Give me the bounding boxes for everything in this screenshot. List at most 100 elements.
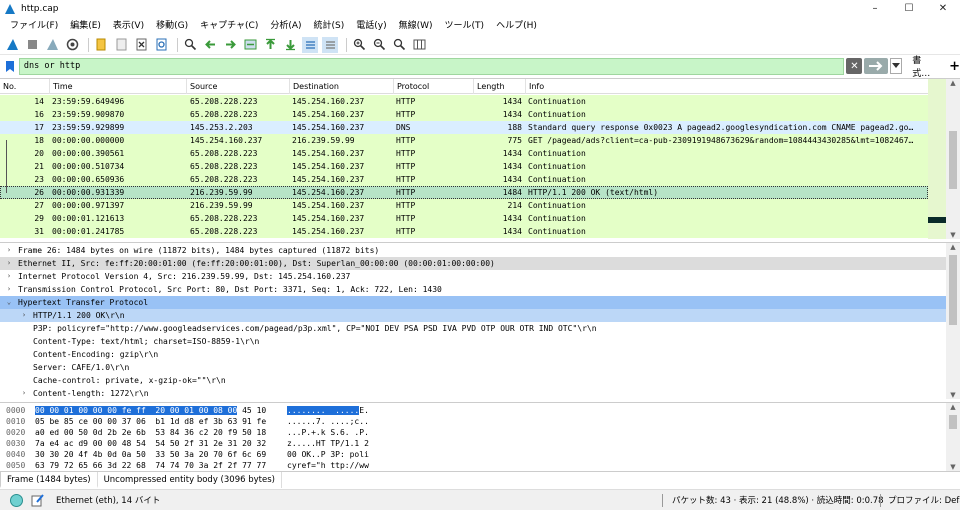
display-filter-input[interactable]: dns or http (18, 57, 845, 75)
bytes-scrollbar[interactable]: ▲ ▼ (946, 403, 960, 471)
column-header-length[interactable]: Length (473, 79, 525, 94)
chevron-right-icon[interactable]: › (19, 387, 29, 400)
detail-tree-item[interactable]: Content-Encoding: gzip\r\n (0, 348, 946, 361)
menu-wireless[interactable]: 無線(W) (393, 18, 439, 35)
detail-tree-item[interactable]: Server: CAFE/1.0\r\n (0, 361, 946, 374)
byte-ascii-rest: z.....HT TP/1.1 2 (287, 439, 369, 448)
edit-comment-icon[interactable] (31, 493, 45, 507)
go-to-packet-icon[interactable] (242, 37, 258, 53)
options-icon[interactable] (64, 37, 80, 53)
menu-analyze[interactable]: 分析(A) (264, 18, 307, 35)
go-first-icon[interactable] (262, 37, 278, 53)
menu-help[interactable]: ヘルプ(H) (490, 18, 543, 35)
packet-row[interactable]: 21 00:00:00.510734 65.208.228.223 145.254.1… (0, 160, 928, 173)
find-icon[interactable] (182, 37, 198, 53)
packet-row[interactable]: 27 00:00:00.971397 216.239.59.99 145.254.16… (0, 199, 928, 212)
open-file-icon[interactable] (93, 37, 109, 53)
detail-tree-item[interactable]: Content-Type: text/html; charset=ISO-885… (0, 335, 946, 348)
detail-tree-item[interactable]: › Internet Protocol Version 4, Src: 216.2… (0, 270, 946, 283)
packet-row[interactable]: 18 00:00:00.000000 145.254.160.237 216.239.… (0, 134, 928, 147)
maximize-button[interactable]: ☐ (892, 0, 926, 18)
go-back-icon[interactable] (202, 37, 218, 53)
chevron-right-icon[interactable]: › (4, 244, 14, 257)
menu-view[interactable]: 表示(V) (107, 18, 150, 35)
tab-frame-bytes[interactable]: Frame (1484 bytes) (0, 472, 98, 488)
menu-tools[interactable]: ツール(T) (439, 18, 491, 35)
packet-row[interactable]: 14 23:59:59.649496 65.208.228.223 145.254.1… (0, 95, 928, 108)
go-last-icon[interactable] (282, 37, 298, 53)
apply-filter-icon[interactable] (864, 58, 889, 74)
scrollbar-thumb[interactable] (949, 415, 957, 429)
stop-icon[interactable] (24, 37, 40, 53)
packet-row[interactable]: 29 00:00:01.121613 65.208.228.223 145.254.1… (0, 212, 928, 225)
scroll-down-arrow-icon[interactable]: ▼ (946, 391, 960, 399)
chevron-right-icon[interactable]: › (4, 270, 14, 283)
add-filter-button[interactable]: + (949, 59, 960, 74)
column-header-destination[interactable]: Destination (289, 79, 393, 94)
detail-tree-item[interactable]: › HTTP/1.1 200 OK\r\n (0, 309, 946, 322)
column-header-time[interactable]: Time (49, 79, 185, 94)
scrollbar-thumb[interactable] (949, 131, 957, 189)
packet-row[interactable]: 20 00:00:00.390561 65.208.228.223 145.254.1… (0, 147, 928, 160)
detail-tree-item[interactable]: › Transmission Control Protocol, Src Port… (0, 283, 946, 296)
shark-fin-start-icon[interactable] (4, 37, 20, 53)
detail-tree-item[interactable]: › Ethernet II, Src: fe:ff:20:00:01:00 (fe… (0, 257, 946, 270)
menu-telephony[interactable]: 電話(y) (350, 18, 392, 35)
status-profile[interactable]: プロファイル: Default (888, 494, 960, 506)
autoscroll-icon[interactable] (302, 36, 318, 53)
filter-expression-button[interactable]: 書式… (912, 53, 939, 79)
colorize-icon[interactable] (322, 36, 338, 53)
menu-file[interactable]: ファイル(F) (4, 18, 64, 35)
expert-info-icon[interactable] (10, 493, 23, 507)
packet-row[interactable]: 17 23:59:59.929899 145.253.2.203 145.254.16… (0, 121, 928, 134)
packet-row[interactable]: 26 00:00:00.931339 216.239.59.99 145.254.16… (0, 186, 928, 199)
zoom-normal-icon[interactable] (391, 37, 407, 53)
menu-go[interactable]: 移動(G) (150, 18, 194, 35)
menu-capture[interactable]: キャプチャ(C) (194, 18, 264, 35)
detail-tree-item[interactable]: ⌄ Hypertext Transfer Protocol (0, 296, 946, 309)
packet-minimap[interactable] (928, 79, 946, 239)
packet-row[interactable]: 31 00:00:01.241785 65.208.228.223 145.254.1… (0, 225, 928, 238)
chevron-right-icon[interactable]: › (19, 309, 29, 322)
restart-icon[interactable] (44, 37, 60, 53)
menu-edit[interactable]: 編集(E) (64, 18, 107, 35)
column-header-no[interactable]: No. (0, 79, 48, 94)
close-window-button[interactable]: ✕ (926, 0, 960, 18)
filter-history-dropdown[interactable] (890, 58, 903, 74)
byte-ascii-rest: 00 OK..P 3P: poli (287, 450, 369, 459)
packet-row[interactable]: 23 00:00:00.650936 65.208.228.223 145.254.1… (0, 173, 928, 186)
detail-text: P3P: policyref="http://www.googleadservi… (33, 324, 597, 333)
scroll-up-arrow-icon[interactable]: ▲ (946, 243, 960, 251)
go-forward-icon[interactable] (222, 37, 238, 53)
column-header-source[interactable]: Source (186, 79, 288, 94)
zoom-in-icon[interactable] (351, 37, 367, 53)
scroll-down-arrow-icon[interactable]: ▼ (946, 463, 960, 471)
column-header-info[interactable]: Info (525, 79, 928, 94)
menu-statistics[interactable]: 統計(S) (308, 18, 351, 35)
minimize-button[interactable]: – (858, 0, 892, 18)
detail-text: Cache-control: private, x-gzip-ok=""\r\n (33, 376, 226, 385)
chevron-right-icon[interactable]: › (4, 257, 14, 270)
detail-tree-item[interactable]: P3P: policyref="http://www.googleadservi… (0, 322, 946, 335)
chevron-right-icon[interactable]: › (4, 283, 14, 296)
chevron-down-icon[interactable]: ⌄ (4, 296, 14, 309)
scrollbar-thumb[interactable] (949, 255, 957, 325)
close-file-icon[interactable] (133, 37, 149, 53)
scroll-down-arrow-icon[interactable]: ▼ (946, 231, 960, 239)
packet-list-scrollbar[interactable]: ▲ ▼ (946, 79, 960, 239)
packet-row[interactable]: 16 23:59:59.909870 65.208.228.223 145.254.1… (0, 108, 928, 121)
reload-icon[interactable] (153, 37, 169, 53)
detail-tree-item[interactable]: › Frame 26: 1484 bytes on wire (11872 bit… (0, 244, 946, 257)
zoom-out-icon[interactable] (371, 37, 387, 53)
bookmark-icon[interactable] (3, 58, 17, 74)
scroll-up-arrow-icon[interactable]: ▲ (946, 79, 960, 87)
scroll-up-arrow-icon[interactable]: ▲ (946, 403, 960, 411)
tab-uncompressed-body[interactable]: Uncompressed entity body (3096 bytes) (98, 472, 282, 488)
save-file-icon[interactable] (113, 37, 129, 53)
detail-tree-item[interactable]: › Content-length: 1272\r\n (0, 387, 946, 400)
resize-columns-icon[interactable] (411, 37, 427, 53)
details-scrollbar[interactable]: ▲ ▼ (946, 243, 960, 399)
clear-filter-icon[interactable]: ✕ (846, 58, 863, 74)
column-header-protocol[interactable]: Protocol (393, 79, 473, 94)
detail-tree-item[interactable]: Cache-control: private, x-gzip-ok=""\r\n (0, 374, 946, 387)
